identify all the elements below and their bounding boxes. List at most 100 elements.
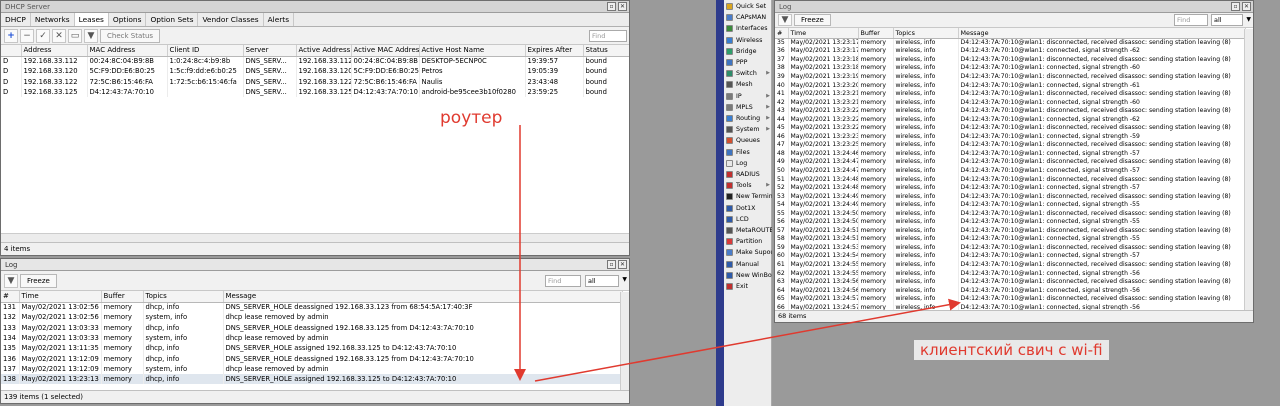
close-icon[interactable]: ✕ — [618, 260, 627, 269]
table-row[interactable]: 63 May/02/2021 13:24:56 memory wireless, in… — [775, 277, 1246, 286]
log-right-find-input[interactable]: Find — [1174, 14, 1208, 26]
col-number[interactable]: # — [775, 28, 789, 39]
dhcp-find-input[interactable]: Find — [589, 30, 627, 42]
sidebar-item-system[interactable]: System ▶ — [725, 124, 772, 135]
sidebar-item-queues[interactable]: Queues — [725, 135, 772, 146]
check-status-button[interactable]: Check Status — [100, 28, 161, 43]
table-row[interactable]: 38 May/02/2021 13:23:18 memory wireless, in… — [775, 63, 1246, 73]
comment-icon[interactable]: ▭ — [68, 28, 82, 43]
table-row[interactable]: 138 May/02/2021 13:23:13 memory dhcp, info D… — [1, 374, 623, 385]
sidebar-item-manual[interactable]: Manual — [725, 259, 772, 270]
sidebar-item-partition[interactable]: Partition — [725, 236, 772, 247]
table-row[interactable]: 62 May/02/2021 13:24:55 memory wireless, in… — [775, 268, 1246, 278]
log-right-filter-select[interactable]: all — [1211, 14, 1243, 26]
table-row[interactable]: 60 May/02/2021 13:24:54 memory wireless, in… — [775, 251, 1246, 261]
freeze-button[interactable]: Freeze — [794, 14, 831, 26]
table-row[interactable]: 57 May/02/2021 13:24:51 memory wireless, in… — [775, 226, 1246, 235]
table-row[interactable]: D 192.168.33.125 D4:12:43:7A:70:10 DNS_SERV… — [1, 86, 629, 98]
sidebar-item-tools[interactable]: Tools ▶ — [725, 180, 772, 191]
table-row[interactable]: 133 May/02/2021 13:03:33 memory dhcp, info D… — [1, 322, 623, 333]
restore-icon[interactable]: ▫ — [607, 260, 616, 269]
sidebar-item-wireless[interactable]: Wireless — [725, 35, 772, 46]
table-row[interactable]: 61 May/02/2021 13:24:55 memory wireless, in… — [775, 260, 1246, 269]
table-row[interactable]: 135 May/02/2021 13:11:35 memory dhcp, info D… — [1, 343, 623, 354]
table-row[interactable]: 44 May/02/2021 13:23:22 memory wireless, in… — [775, 114, 1246, 124]
log-left-filter-select[interactable]: all — [585, 275, 619, 287]
table-row[interactable]: 45 May/02/2021 13:23:22 memory wireless, in… — [775, 123, 1246, 133]
disable-icon[interactable]: ✕ — [52, 28, 66, 43]
table-row[interactable]: 46 May/02/2021 13:23:23 memory wireless, in… — [775, 132, 1246, 141]
sidebar-item-ppp[interactable]: PPP — [725, 57, 772, 68]
col-number[interactable]: # — [1, 291, 20, 303]
dhcp-title-bar[interactable]: DHCP Server ▫ ✕ — [1, 1, 629, 13]
table-row[interactable]: D 192.168.33.122 72:5C:B6:15:46:FA 1:72:5c:… — [1, 76, 629, 87]
table-row[interactable]: 131 May/02/2021 13:02:56 memory dhcp, info D… — [1, 302, 623, 313]
log-left-find-input[interactable]: Find — [545, 275, 581, 287]
table-row[interactable]: 50 May/02/2021 13:24:47 memory wireless, in… — [775, 166, 1246, 175]
sidebar-item-radius[interactable]: RADIUS — [725, 169, 772, 180]
col-active-address[interactable]: Active Address — [296, 45, 352, 57]
table-row[interactable]: 137 May/02/2021 13:12:09 memory system, inf… — [1, 363, 623, 375]
table-row[interactable]: 47 May/02/2021 13:23:25 memory wireless, in… — [775, 140, 1246, 150]
filter-icon[interactable]: ▼ — [84, 28, 98, 43]
sidebar-item-log[interactable]: Log — [725, 158, 772, 169]
sidebar-item-files[interactable]: Files — [725, 147, 772, 158]
sidebar-item-routing[interactable]: Routing ▶ — [725, 113, 772, 124]
tab-vendor-classes[interactable]: Vendor Classes — [198, 13, 264, 26]
tab-leases[interactable]: Leases — [74, 13, 109, 26]
col-message[interactable]: Message — [958, 28, 1246, 39]
close-icon[interactable]: ✕ — [1242, 2, 1251, 11]
sidebar-item-exit[interactable]: Exit — [725, 281, 772, 292]
table-row[interactable]: 54 May/02/2021 13:24:49 memory wireless, in… — [775, 200, 1246, 209]
table-row[interactable]: 43 May/02/2021 13:23:22 memory wireless, in… — [775, 106, 1246, 115]
table-row[interactable]: 53 May/02/2021 13:24:49 memory wireless, in… — [775, 191, 1246, 201]
col-message[interactable]: Message — [223, 291, 623, 303]
tab-networks[interactable]: Networks — [31, 13, 75, 26]
table-row[interactable]: 134 May/02/2021 13:03:33 memory system, inf… — [1, 332, 623, 344]
remove-icon[interactable]: − — [20, 28, 34, 43]
sidebar-item-quick-set[interactable]: Quick Set — [725, 1, 772, 12]
table-row[interactable]: 132 May/02/2021 13:02:56 memory system, inf… — [1, 312, 623, 323]
sidebar-item-metarouter[interactable]: MetaROUTER — [725, 225, 772, 236]
close-icon[interactable]: ✕ — [618, 2, 627, 11]
add-icon[interactable]: + — [4, 28, 18, 43]
col-buffer[interactable]: Buffer — [858, 28, 894, 39]
col-topics[interactable]: Topics — [893, 28, 959, 39]
table-row[interactable]: 42 May/02/2021 13:23:21 memory wireless, in… — [775, 97, 1246, 107]
table-row[interactable]: 65 May/02/2021 13:24:57 memory wireless, in… — [775, 294, 1246, 303]
col-time[interactable]: Time — [788, 28, 859, 39]
enable-icon[interactable]: ✓ — [36, 28, 50, 43]
chevron-down-icon[interactable]: ▼ — [1246, 16, 1251, 23]
sidebar-item-dot1x[interactable]: Dot1X — [725, 203, 772, 214]
dhcp-horizontal-scrollbar[interactable] — [1, 233, 629, 242]
col-client-id[interactable]: Client ID — [167, 45, 244, 57]
log-right-title-bar[interactable]: Log ▫ ✕ — [775, 1, 1253, 13]
table-row[interactable]: 36 May/02/2021 13:23:17 memory wireless, in… — [775, 46, 1246, 56]
log-left-vertical-scrollbar[interactable] — [620, 292, 629, 390]
sidebar-item-mpls[interactable]: MPLS ▶ — [725, 102, 772, 113]
col-status[interactable]: Status — [583, 45, 629, 57]
sidebar-item-new-terminal[interactable]: New Terminal — [725, 191, 772, 202]
sidebar-item-capsman[interactable]: CAPsMAN — [725, 12, 772, 23]
table-row[interactable]: 40 May/02/2021 13:23:20 memory wireless, in… — [775, 80, 1246, 90]
table-row[interactable]: 64 May/02/2021 13:24:56 memory wireless, in… — [775, 285, 1246, 295]
table-row[interactable]: 136 May/02/2021 13:12:09 memory dhcp, info D… — [1, 353, 623, 364]
table-row[interactable]: 52 May/02/2021 13:24:48 memory wireless, in… — [775, 183, 1246, 192]
table-row[interactable]: D 192.168.33.112 00:24:8C:04:B9:8B 1:0:24:8… — [1, 56, 629, 67]
col-buffer[interactable]: Buffer — [101, 291, 144, 303]
col-topics[interactable]: Topics — [143, 291, 224, 303]
sidebar-item-mesh[interactable]: Mesh — [725, 79, 772, 90]
table-row[interactable]: 39 May/02/2021 13:23:19 memory wireless, in… — [775, 72, 1246, 81]
col-address[interactable]: Address — [21, 45, 88, 57]
col-active-mac[interactable]: Active MAC Address — [351, 45, 420, 57]
table-row[interactable]: 58 May/02/2021 13:24:51 memory wireless, in… — [775, 234, 1246, 244]
table-row[interactable]: 48 May/02/2021 13:24:46 memory wireless, in… — [775, 149, 1246, 158]
table-row[interactable]: 55 May/02/2021 13:24:50 memory wireless, in… — [775, 208, 1246, 218]
log-left-title-bar[interactable]: Log ▫ ✕ — [1, 259, 629, 271]
filter-icon[interactable]: ▼ — [4, 273, 18, 288]
chevron-down-icon[interactable]: ▼ — [622, 276, 627, 283]
table-row[interactable]: 56 May/02/2021 13:24:50 memory wireless, in… — [775, 217, 1246, 227]
sidebar-item-ip[interactable]: IP ▶ — [725, 91, 772, 102]
tab-alerts[interactable]: Alerts — [264, 13, 295, 26]
col-active-host[interactable]: Active Host Name — [419, 45, 526, 57]
